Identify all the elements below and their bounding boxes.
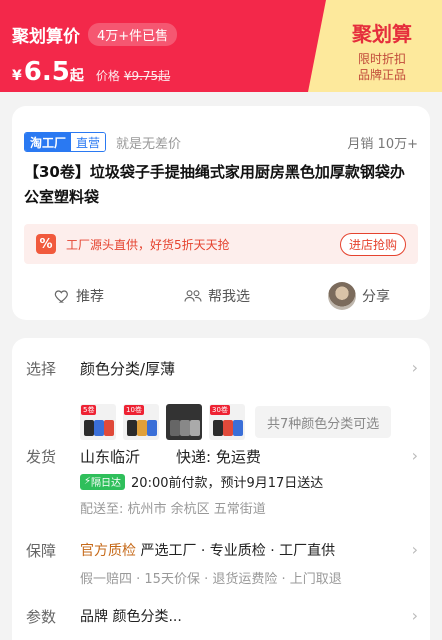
shipping-express: 快递: 免运费 — [176, 448, 261, 466]
deliver-to-address: 配送至: 杭州市 余杭区 五常街道 — [80, 502, 266, 517]
params-value: 品牌 颜色分类... — [80, 609, 182, 625]
guarantee-row[interactable]: 保障 官方质检 严选工厂 · 专业质检 · 工厂直供 › 假一赔四 · 15天价… — [12, 538, 430, 594]
factory-promo-strip[interactable]: % 工厂源头直供，好货5折天天抢 进店抢购 — [24, 224, 418, 264]
details-card: 选择 颜色分类/厚薄 › 5卷 10卷 30卷 共7种颜色分类可选 发货 山东临… — [12, 338, 430, 640]
sku-thumb[interactable]: 30卷 — [209, 404, 245, 440]
original-price-label: 价格 — [95, 69, 120, 83]
product-info-card: 淘工厂 直营 就是无差价 月销 10万+ 【30卷】垃圾袋子手提抽绳式家用厨房黑… — [12, 106, 430, 320]
avatar — [328, 282, 356, 310]
promo-title: 聚划算价 — [12, 27, 80, 47]
select-value: 颜色分类/厚薄 — [80, 360, 176, 378]
factory-promo-text: 工厂源头直供，好货5折天天抢 — [66, 237, 230, 252]
monthly-sales: 月销 10万+ — [347, 136, 418, 152]
enter-store-button[interactable]: 进店抢购 — [339, 232, 406, 256]
guarantee-line: 官方质检 严选工厂 · 专业质检 · 工厂直供 — [80, 540, 335, 560]
juhuasuan-subtitle-2: 品牌正品 — [357, 68, 406, 82]
sku-thumb[interactable]: 5卷 — [80, 404, 116, 440]
help-choose-button[interactable]: 帮我选 — [184, 286, 250, 306]
sku-thumb[interactable] — [166, 404, 202, 440]
eta-text: 20:00前付款，预计9月17日送达 — [131, 476, 324, 491]
original-price: ¥9.75起 — [123, 69, 171, 83]
guarantee-subtext: 假一赔四 · 15天价保 · 退货运费险 · 上门取退 — [80, 572, 342, 587]
sku-thumbnails: 5卷 10卷 30卷 共7种颜色分类可选 — [80, 404, 392, 440]
recommend-label: 推荐 — [76, 289, 104, 305]
more-colors-tag[interactable]: 共7种颜色分类可选 — [255, 406, 392, 438]
guarantee-items: 严选工厂 · 专业质检 · 工厂直供 — [140, 543, 336, 559]
chevron-right-icon: › — [411, 446, 418, 465]
juhuasuan-subtitle-1: 限时折扣 — [357, 52, 406, 66]
promo-banner: 聚划算价 4万+件已售 ¥ 6.5 起 价格 ¥9.75起 聚划算 限时折扣 品… — [0, 0, 442, 92]
brand-slogan: 就是无差价 — [116, 136, 182, 152]
promo-price-block: 聚划算价 4万+件已售 ¥ 6.5 起 价格 ¥9.75起 — [12, 22, 178, 87]
heart-icon — [54, 290, 68, 303]
help-choose-label: 帮我选 — [208, 289, 250, 305]
price-row: ¥ 6.5 起 价格 ¥9.75起 — [12, 57, 177, 87]
next-day-badge: ⚡ 隔日达 — [80, 473, 126, 490]
direct-label: 直营 — [71, 133, 106, 151]
chevron-right-icon: › — [411, 606, 418, 625]
chevron-right-icon: › — [411, 358, 418, 377]
select-label: 选择 — [26, 360, 57, 378]
params-label: 参数 — [26, 608, 57, 626]
recommend-button[interactable]: 推荐 — [54, 286, 104, 306]
official-inspection: 官方质检 — [80, 543, 136, 559]
shipping-label: 发货 — [26, 448, 57, 466]
juhuasuan-brand-badge: 聚划算 限时折扣 品牌正品 — [308, 0, 442, 92]
guarantee-label: 保障 — [26, 542, 57, 560]
shipping-row[interactable]: 发货 山东临沂 快递: 免运费 › ⚡ 隔日达 20:00前付款，预计9月17日送… — [12, 444, 430, 528]
sku-select-row[interactable]: 选择 颜色分类/厚薄 › 5卷 10卷 30卷 共7种颜色分类可选 — [12, 356, 430, 440]
sale-price: 6.5 — [23, 57, 70, 87]
product-title: 【30卷】垃圾袋子手提抽绳式家用厨房黑色加厚款钢袋办公室塑料袋 — [24, 163, 405, 206]
share-label: 分享 — [362, 289, 390, 305]
params-row[interactable]: 参数 品牌 颜色分类... › — [12, 604, 430, 634]
currency-symbol: ¥ — [12, 68, 22, 84]
taogongchang-tag[interactable]: 淘工厂 直营 — [24, 132, 107, 152]
people-icon — [184, 290, 202, 302]
price-suffix: 起 — [69, 68, 84, 84]
eta-line: ⚡ 隔日达 20:00前付款，预计9月17日送达 — [80, 472, 323, 491]
discount-icon: % — [36, 234, 56, 254]
share-button[interactable]: 分享 — [328, 282, 390, 310]
action-row: 推荐 帮我选 分享 — [12, 282, 430, 310]
shipping-origin: 山东临沂 — [80, 448, 141, 466]
sold-count-badge: 4万+件已售 — [88, 23, 178, 46]
brand-row: 淘工厂 直营 就是无差价 月销 10万+ — [24, 132, 418, 152]
taogongchang-label: 淘工厂 — [25, 133, 72, 151]
sku-thumb[interactable]: 10卷 — [123, 404, 159, 440]
juhuasuan-logo-text: 聚划算 — [352, 22, 412, 46]
chevron-right-icon: › — [411, 540, 418, 559]
